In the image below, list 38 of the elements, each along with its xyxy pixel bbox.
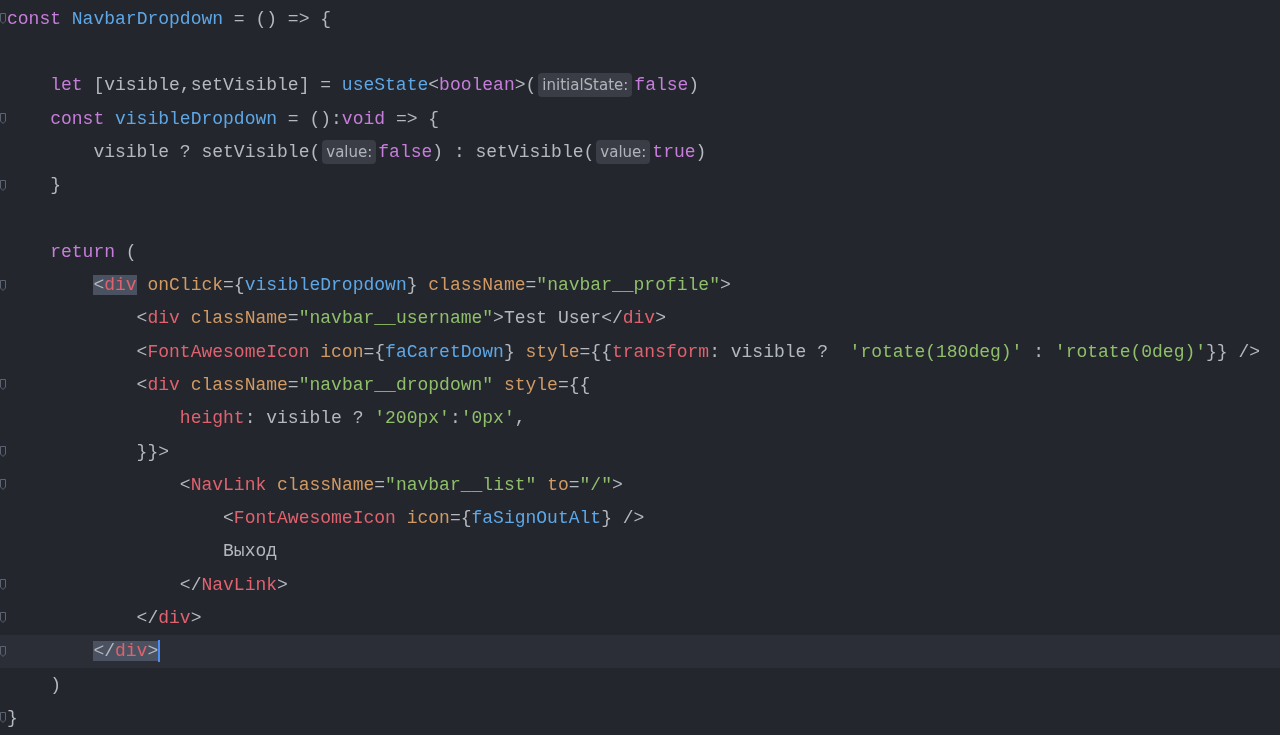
code-text: return ( [50,241,137,262]
code-text: false) [634,75,700,96]
fold-marker-icon[interactable] [0,279,6,291]
fold-marker-icon[interactable] [0,612,6,624]
fold-marker-icon[interactable] [0,179,6,191]
code-text: const visibleDropdown = ():void => { [50,108,440,129]
code-text: height: visible ? '200px':'0px', [179,408,526,429]
code-text: false) : setVisible( [378,141,595,162]
fold-marker-icon[interactable] [0,579,6,591]
code-text: <FontAwesomeIcon icon={faCaretDown} style={{transform: visible ? 'rotate(180deg)' : 'rotate(0deg)'}} /> [136,341,1261,362]
fold-marker-icon[interactable] [0,13,6,25]
code-text: visible ? setVisible( [93,141,321,162]
inlay-hint: initialState: [538,73,633,98]
code-text: <div className="navbar__username">Test User</div> [136,308,666,329]
code-text: let [visible,setVisible] = useState<boolean>( [50,75,537,96]
fold-marker-icon[interactable] [0,446,6,457]
fold-marker-icon[interactable] [0,379,6,391]
text-cursor [158,640,161,663]
code-text: ) [50,674,61,695]
code-text: }}> [136,441,169,462]
fold-marker-icon[interactable] [0,645,6,657]
inlay-hint: value: [596,139,651,164]
code-text: <div className="navbar__dropdown" style={{ [136,374,591,395]
code-text: } [50,175,61,196]
code-text: <FontAwesomeIcon icon={faSignOutAlt} /> [223,508,645,529]
code-text: <div onClick={visibleDropdown} className="navbar__profile"> [93,275,731,295]
code-text: const NavbarDropdown = () => { [7,8,332,29]
code-text: </div> [93,641,159,662]
fold-marker-icon[interactable] [0,113,6,125]
fold-marker-icon[interactable] [0,712,6,724]
inlay-hint: value: [322,139,377,164]
code-text: <NavLink className="navbar__list" to="/"> [179,474,623,495]
code-text: } [7,707,18,728]
code-text: Выход [223,541,278,562]
code-text: </div> [136,608,202,628]
code-text: true) [652,141,707,162]
code-text: </NavLink> [179,574,288,595]
fold-marker-icon[interactable] [0,479,6,491]
